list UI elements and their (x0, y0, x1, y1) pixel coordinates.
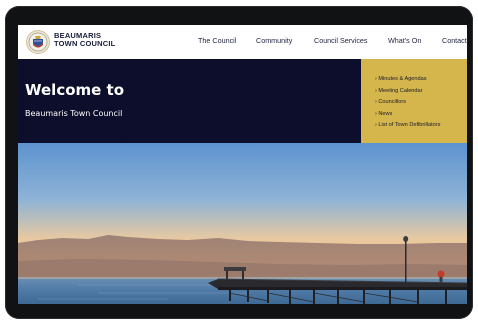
quick-link-label: Meeting Calendar (378, 87, 423, 94)
quick-link-label: Minutes & Agendas (378, 76, 427, 82)
nav-item-community[interactable]: Community (256, 36, 292, 45)
site-header: BEAUMARIS TOWN COUNCIL The Council Commu… (18, 25, 467, 59)
welcome-title: Welcome to (25, 81, 125, 99)
quick-link-defibrillators[interactable]: › List of Town Defibrillators (375, 120, 440, 132)
quick-link-label: List of Town Defibrillators (378, 122, 441, 128)
welcome-banner: Welcome to Beaumaris Town Council (18, 59, 361, 143)
nav-item-whats-on[interactable]: What's On (388, 36, 421, 45)
chevron-right-icon: › (375, 122, 377, 128)
main-navigation: The Council Community Council Services W… (18, 36, 467, 50)
quick-link-minutes-agendas[interactable]: › Minutes & Agendas (375, 74, 440, 86)
chevron-right-icon: › (375, 87, 377, 94)
chevron-right-icon: › (375, 76, 377, 82)
quick-link-councillors[interactable]: › Councillors (375, 97, 440, 109)
quick-link-news[interactable]: › News (375, 109, 440, 121)
laptop-device-frame: BEAUMARIS TOWN COUNCIL The Council Commu… (0, 0, 478, 324)
chevron-right-icon: › (375, 110, 377, 117)
nav-item-council-services[interactable]: Council Services (314, 36, 368, 45)
pier-sunset-photo (18, 143, 467, 304)
quick-link-label: News (378, 110, 393, 117)
quick-link-label: Councillors (378, 99, 407, 105)
welcome-subtitle: Beaumaris Town Council (25, 109, 123, 118)
nav-item-contact[interactable]: Contact (442, 36, 467, 45)
quick-link-meeting-calendar[interactable]: › Meeting Calendar (375, 86, 440, 98)
nav-item-the-council[interactable]: The Council (198, 36, 236, 45)
chevron-right-icon: › (375, 99, 377, 105)
website-screen: BEAUMARIS TOWN COUNCIL The Council Commu… (18, 25, 467, 304)
quick-links-panel: › Minutes & Agendas › Meeting Calendar › Co… (361, 59, 467, 143)
